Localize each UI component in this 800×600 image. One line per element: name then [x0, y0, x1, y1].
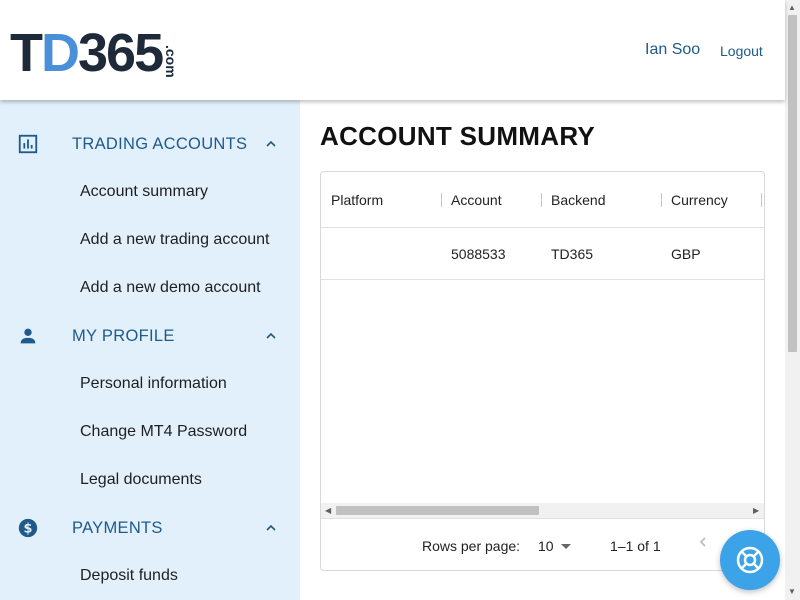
column-separator[interactable] [761, 193, 762, 207]
table-pagination: Rows per page: 10 1–1 of 1 [321, 518, 764, 570]
scrollbar-thumb[interactable] [336, 506, 539, 515]
table-row[interactable]: 5088533 TD365 GBP [321, 228, 764, 280]
sidebar-section-title: PAYMENTS [72, 518, 163, 537]
cell-backend: TD365 [551, 246, 594, 262]
sidebar-section-payments[interactable]: $ PAYMENTS [0, 504, 300, 552]
dollar-icon: $ [18, 518, 38, 538]
rows-per-page-label: Rows per page: [422, 538, 521, 554]
scroll-right-arrow-icon[interactable]: ▶ [753, 506, 759, 515]
chevron-up-icon[interactable] [263, 136, 279, 152]
sidebar-item-change-mt4-password[interactable]: Change MT4 Password [80, 423, 247, 441]
scroll-up-arrow-icon[interactable]: ▲ [788, 3, 796, 12]
logout-link[interactable]: Logout [720, 43, 763, 59]
sidebar-item-add-trading-account[interactable]: Add a new trading account [80, 231, 269, 249]
lifebuoy-icon [736, 546, 764, 574]
account-summary-table: Platform Account Backend Currency 508853… [320, 171, 765, 571]
caret-down-icon[interactable] [561, 544, 571, 549]
column-separator[interactable] [541, 193, 542, 207]
column-separator[interactable] [441, 193, 442, 207]
sidebar-item-add-demo-account[interactable]: Add a new demo account [80, 279, 261, 297]
logo-letter-t: T [10, 23, 43, 83]
chevron-left-icon[interactable] [695, 534, 711, 550]
sidebar-item-deposit-funds[interactable]: Deposit funds [80, 567, 178, 585]
horizontal-scrollbar[interactable]: ◀ ▶ [321, 503, 764, 518]
table-header: Platform Account Backend Currency [321, 172, 764, 228]
top-header: T D 365 .com Ian Soo Logout [0, 0, 785, 100]
user-name: Ian Soo [645, 41, 701, 58]
rows-per-page-select[interactable]: 10 [538, 538, 554, 554]
page-title: ACCOUNT SUMMARY [320, 121, 596, 151]
sidebar-section-title: TRADING ACCOUNTS [72, 134, 248, 153]
sidebar-item-legal-documents[interactable]: Legal documents [80, 471, 202, 489]
scrollbar-thumb[interactable] [788, 15, 797, 352]
cell-currency: GBP [671, 246, 701, 262]
logo-letter-d: D [41, 23, 80, 83]
vertical-scrollbar[interactable]: ▲ ▼ [785, 0, 800, 600]
help-chat-button[interactable] [720, 530, 780, 590]
sidebar-item-personal-information[interactable]: Personal information [80, 375, 227, 393]
column-header-platform[interactable]: Platform [331, 172, 383, 228]
cell-account: 5088533 [451, 246, 506, 262]
sidebar-section-title: MY PROFILE [72, 326, 175, 345]
column-separator[interactable] [661, 193, 662, 207]
chevron-up-icon[interactable] [263, 328, 279, 344]
sidebar: TRADING ACCOUNTS Account summary Add a n… [0, 100, 300, 600]
chevron-up-icon[interactable] [263, 520, 279, 536]
logo-suffix: .com [163, 45, 180, 78]
logo-number: 365 [78, 23, 164, 83]
column-header-account[interactable]: Account [451, 172, 502, 228]
column-header-backend[interactable]: Backend [551, 172, 605, 228]
svg-text:$: $ [24, 522, 33, 537]
person-icon [20, 328, 36, 344]
sidebar-section-trading-accounts[interactable]: TRADING ACCOUNTS [0, 120, 300, 168]
bar-chart-icon [18, 134, 38, 154]
column-header-currency[interactable]: Currency [671, 172, 728, 228]
sidebar-section-my-profile[interactable]: MY PROFILE [0, 312, 300, 360]
sidebar-item-account-summary[interactable]: Account summary [80, 183, 208, 201]
scroll-left-arrow-icon[interactable]: ◀ [325, 506, 331, 515]
td365-logo[interactable]: T D 365 .com [10, 22, 180, 83]
pagination-range: 1–1 of 1 [610, 538, 661, 554]
scroll-down-arrow-icon[interactable]: ▼ [788, 587, 796, 596]
